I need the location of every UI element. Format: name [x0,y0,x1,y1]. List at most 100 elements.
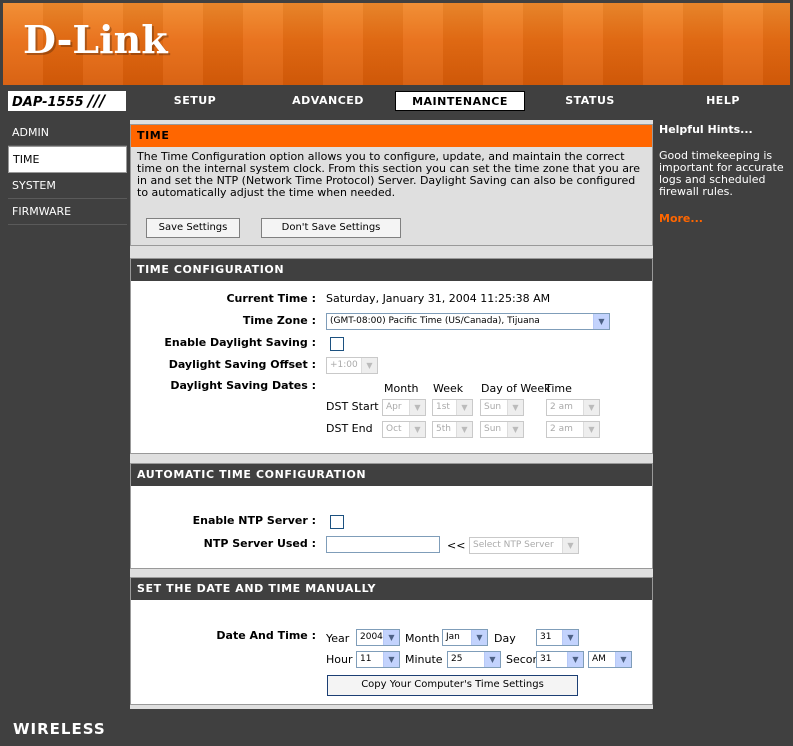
chevron-down-icon: ▼ [409,422,425,437]
tab-advanced[interactable]: ADVANCED [263,91,393,111]
time-description: The Time Configuration option allows you… [137,150,640,199]
top-nav: DAP-1555/// SETUP ADVANCED MAINTENANCE S… [3,89,790,113]
sidebar-item-firmware[interactable]: FIRMWARE [8,199,127,225]
minute-value: 25 [451,654,463,664]
save-settings-button[interactable]: Save Settings [146,218,240,238]
chevron-down-icon: ▼ [507,422,523,437]
dst-start-day: Sun [484,402,502,412]
chevron-down-icon: ▼ [409,400,425,415]
left-sidebar: ADMIN TIME SYSTEM FIRMWARE [8,120,127,709]
dst-end-week-select[interactable]: 5th ▼ [432,421,473,438]
help-body: Good timekeeping is important for accura… [659,149,784,198]
help-more-link[interactable]: More... [659,212,790,225]
tab-help[interactable]: HELP [656,91,790,111]
chevron-down-icon: ▼ [583,400,599,415]
tab-maintenance[interactable]: MAINTENANCE [395,91,525,111]
chevron-down-icon: ▼ [456,400,472,415]
chevron-down-icon: ▼ [615,652,631,667]
ampm-value: AM [592,654,606,664]
main-content: TIME The Time Configuration option allow… [130,120,653,709]
chevron-down-icon: ▼ [471,630,487,645]
daylight-saving-dates-label: Daylight Saving Dates : [170,379,316,392]
chevron-down-icon: ▼ [583,422,599,437]
dst-start-day-select[interactable]: Sun ▼ [480,399,524,416]
day-select[interactable]: 31 ▼ [536,629,579,646]
hour-label: Hour [326,653,353,666]
chevron-down-icon: ▼ [562,630,578,645]
year-label: Year [326,632,350,645]
column-month: Month [384,382,419,395]
column-day-of-week: Day of Week [481,382,551,395]
chevron-down-icon: ▼ [361,358,377,373]
time-section-title: TIME [131,125,652,147]
automatic-time-section: AUTOMATIC TIME CONFIGURATION Enable NTP … [130,463,653,569]
current-time-value: Saturday, January 31, 2004 11:25:38 AM [326,292,551,305]
dst-start-time: 2 am [550,402,573,412]
month-select[interactable]: Jan ▼ [442,629,488,646]
dst-start-week-select[interactable]: 1st ▼ [432,399,473,416]
time-configuration-title: TIME CONFIGURATION [131,259,652,281]
column-week: Week [433,382,464,395]
enable-ntp-label: Enable NTP Server : [192,514,316,527]
dst-end-month-select[interactable]: Oct ▼ [382,421,426,438]
ntp-server-input[interactable] [326,536,440,553]
month-label: Month [405,632,440,645]
hour-select[interactable]: 11 ▼ [356,651,400,668]
wireless-label: WIRELESS [13,720,106,738]
chevron-down-icon: ▼ [567,652,583,667]
tab-setup[interactable]: SETUP [130,91,260,111]
enable-ntp-checkbox[interactable] [330,515,344,529]
ntp-server-used-label: NTP Server Used : [203,537,316,550]
model-name: DAP-1555 [12,95,84,110]
column-time: Time [545,382,572,395]
second-select[interactable]: 31 ▼ [536,651,584,668]
chevron-down-icon: ▼ [593,314,609,329]
time-intro-section: TIME The Time Configuration option allow… [130,124,653,246]
date-and-time-label: Date And Time : [216,629,316,642]
help-title: Helpful Hints... [659,123,753,136]
dst-end-time: 2 am [550,424,573,434]
chevron-down-icon: ▼ [562,538,578,553]
minute-select[interactable]: 25 ▼ [447,651,501,668]
chevron-down-icon: ▼ [383,630,399,645]
time-zone-select[interactable]: (GMT-08:00) Pacific Time (US/Canada), Ti… [326,313,610,330]
tab-status[interactable]: STATUS [527,91,653,111]
dst-start-month: Apr [386,402,402,412]
day-label: Day [494,632,516,645]
help-panel: Helpful Hints... Good timekeeping is imp… [656,120,790,709]
sidebar-item-admin[interactable]: ADMIN [8,120,127,146]
sidebar-item-time[interactable]: TIME [8,146,127,173]
model-label: DAP-1555/// [8,91,126,111]
dst-end-label: DST End [326,422,373,435]
sidebar-item-system[interactable]: SYSTEM [8,173,127,199]
ntp-select-value: Select NTP Server [473,540,554,550]
time-zone-label: Time Zone : [242,314,316,327]
hour-value: 11 [360,654,372,664]
dst-start-month-select[interactable]: Apr ▼ [382,399,426,416]
month-value: Jan [446,632,460,642]
daylight-saving-checkbox[interactable] [330,337,344,351]
manual-time-section: SET THE DATE AND TIME MANUALLY Date And … [130,577,653,705]
ampm-select[interactable]: AM ▼ [588,651,632,668]
daylight-saving-offset-select[interactable]: +1:00 ▼ [326,357,378,374]
time-configuration-section: TIME CONFIGURATION Current Time : Saturd… [130,258,653,454]
ntp-server-select[interactable]: Select NTP Server ▼ [469,537,579,554]
manual-time-title: SET THE DATE AND TIME MANUALLY [131,578,652,600]
daylight-saving-offset-label: Daylight Saving Offset : [168,358,316,371]
dont-save-settings-button[interactable]: Don't Save Settings [261,218,401,238]
dst-start-time-select[interactable]: 2 am ▼ [546,399,600,416]
dst-end-time-select[interactable]: 2 am ▼ [546,421,600,438]
dst-end-week: 5th [436,424,451,434]
dst-end-day-select[interactable]: Sun ▼ [480,421,524,438]
year-value: 2004 [360,632,383,642]
dst-end-month: Oct [386,424,402,434]
chevron-down-icon: ▼ [383,652,399,667]
day-value: 31 [540,632,552,642]
offset-value: +1:00 [330,360,358,370]
copy-computer-time-button[interactable]: Copy Your Computer's Time Settings [327,675,578,696]
dst-end-day: Sun [484,424,502,434]
year-select[interactable]: 2004 ▼ [356,629,400,646]
dlink-logo: D-Link [23,17,168,62]
header-banner: D-Link [3,3,790,85]
minute-label: Minute [405,653,443,666]
